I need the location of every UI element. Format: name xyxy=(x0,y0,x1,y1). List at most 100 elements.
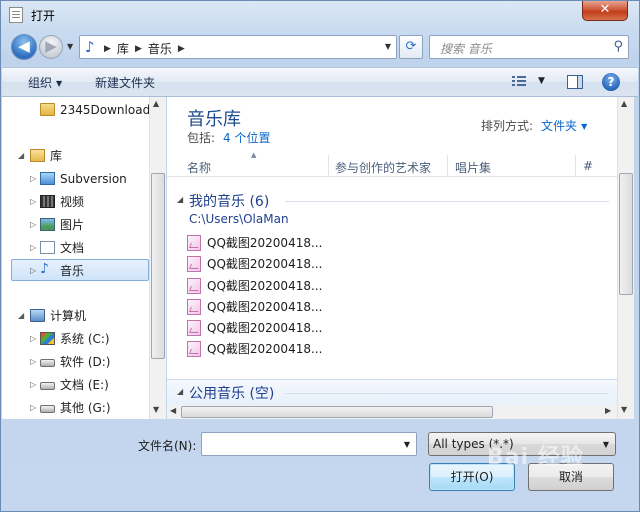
navigation-pane-scrollbar[interactable]: ▲ ▼ xyxy=(149,97,166,419)
list-item[interactable]: QQ截图20200418... xyxy=(187,318,487,339)
group-header: ◢ 公用音乐 (空) xyxy=(175,383,611,403)
breadcrumb-separator[interactable]: ▶ xyxy=(178,44,185,54)
sidebar-item-music[interactable]: ▷ ♪ 音乐 xyxy=(11,259,149,281)
cancel-button[interactable]: 取消 xyxy=(528,463,614,491)
group-title: 公用音乐 (空) xyxy=(189,386,275,402)
scroll-right-icon[interactable]: ▶ xyxy=(605,406,611,415)
open-button[interactable]: 打开(O) xyxy=(429,463,515,491)
address-bar[interactable]: ♪ ▶ 库 ▶ 音乐 ▶ ▼ xyxy=(79,35,397,59)
documents-library-icon xyxy=(40,241,55,254)
library-icon xyxy=(30,149,45,162)
help-icon[interactable]: ? xyxy=(602,73,620,91)
list-item[interactable]: QQ截图20200418... xyxy=(187,254,487,275)
file-list-scrollbar[interactable]: ▲ ▼ xyxy=(617,97,634,419)
breadcrumb-separator[interactable]: ▶ xyxy=(135,44,142,54)
scroll-left-icon[interactable]: ◀ xyxy=(170,406,176,415)
group-public-music[interactable]: ◢ 公用音乐 (空) xyxy=(167,379,617,405)
image-file-icon xyxy=(187,278,201,294)
scroll-up-icon[interactable]: ▲ xyxy=(621,99,627,108)
scroll-down-icon[interactable]: ▼ xyxy=(153,405,159,414)
view-options-icon[interactable] xyxy=(512,76,526,88)
locations-link[interactable]: 4 个位置 xyxy=(223,131,270,145)
list-item[interactable]: QQ截图20200418... xyxy=(187,276,487,297)
column-divider[interactable] xyxy=(447,155,448,177)
sidebar-item-drive-d[interactable]: ▷ 软件 (D:) xyxy=(2,351,150,373)
collapsed-arrow-icon[interactable]: ▷ xyxy=(30,214,36,236)
collapsed-arrow-icon[interactable]: ▷ xyxy=(30,191,36,213)
group-location-path[interactable]: C:\Users\OlaMan xyxy=(189,212,289,226)
filename-label: 文件名(N): xyxy=(138,439,197,453)
chevron-down-icon[interactable]: ▼ xyxy=(603,440,609,449)
list-item[interactable]: QQ截图20200418... xyxy=(187,297,487,318)
sidebar-item-libraries[interactable]: ◢ 库 xyxy=(2,145,150,167)
scroll-down-icon[interactable]: ▼ xyxy=(621,405,627,414)
collapsed-arrow-icon[interactable]: ▷ xyxy=(30,351,36,373)
chevron-down-icon[interactable]: ▼ xyxy=(404,440,410,449)
refresh-button[interactable]: ⟳ xyxy=(399,35,423,59)
sidebar-item-subversion[interactable]: ▷ Subversion xyxy=(2,168,150,190)
group-divider xyxy=(285,201,609,202)
breadcrumb-libraries[interactable]: 库 xyxy=(117,40,129,57)
horizontal-scrollbar[interactable]: ◀ ▶ xyxy=(167,405,617,419)
breadcrumb-music[interactable]: 音乐 xyxy=(148,40,172,57)
search-icon[interactable]: ⚲ xyxy=(613,39,623,54)
preview-pane-icon[interactable] xyxy=(567,75,583,89)
list-item[interactable]: QQ截图20200418... xyxy=(187,339,487,360)
scrollbar-thumb[interactable] xyxy=(151,173,165,359)
chevron-down-icon[interactable]: ▼ xyxy=(581,122,587,131)
column-artist[interactable]: 参与创作的艺术家 xyxy=(335,159,431,176)
image-file-icon xyxy=(187,320,201,336)
new-folder-button[interactable]: 新建文件夹 xyxy=(95,74,155,91)
filename-combobox[interactable]: ▼ xyxy=(201,432,417,456)
subversion-library-icon xyxy=(40,172,55,185)
column-name[interactable]: 名称 xyxy=(187,159,211,176)
collapse-group-icon[interactable]: ◢ xyxy=(177,387,183,396)
address-dropdown[interactable]: ▼ xyxy=(385,42,391,51)
collapsed-arrow-icon[interactable]: ▷ xyxy=(30,328,36,350)
arrange-by-dropdown[interactable]: 文件夹 xyxy=(541,119,577,133)
chevron-down-icon: ▼ xyxy=(56,79,63,88)
sort-ascending-icon: ▲ xyxy=(251,151,257,159)
sidebar-item-label: 2345Downloads xyxy=(60,103,157,117)
column-divider[interactable] xyxy=(575,155,576,177)
sidebar-item-documents[interactable]: ▷ 文档 xyxy=(2,237,150,259)
view-dropdown[interactable]: ▼ xyxy=(538,76,545,86)
collapsed-arrow-icon[interactable]: ▷ xyxy=(30,237,36,259)
search-box[interactable]: 搜索 音乐 ⚲ xyxy=(429,35,629,59)
collapsed-arrow-icon[interactable]: ▷ xyxy=(30,374,36,396)
expanded-arrow-icon[interactable]: ◢ xyxy=(18,305,24,327)
scrollbar-thumb[interactable] xyxy=(181,406,493,418)
organize-menu[interactable]: 组织 ▼ xyxy=(28,74,62,91)
navigation-pane: 2345Downloads ◢ 库 ▷ Subversion ▷ 视频 ▷ 图片… xyxy=(2,97,166,419)
column-album[interactable]: 唱片集 xyxy=(455,159,491,176)
recent-pages-dropdown[interactable]: ▼ xyxy=(67,42,73,51)
arrange-label: 排列方式: xyxy=(481,119,534,133)
column-track-number[interactable]: # xyxy=(583,159,593,173)
sidebar-item-drive-e[interactable]: ▷ 文档 (E:) xyxy=(2,374,150,396)
forward-button[interactable]: ▶ xyxy=(39,35,63,59)
sidebar-item-2345downloads[interactable]: 2345Downloads xyxy=(2,99,156,121)
collapsed-arrow-icon[interactable]: ▷ xyxy=(30,397,36,419)
scroll-up-icon[interactable]: ▲ xyxy=(153,99,159,108)
breadcrumb-separator[interactable]: ▶ xyxy=(104,44,111,54)
sidebar-item-pictures[interactable]: ▷ 图片 xyxy=(2,214,150,236)
collapsed-arrow-icon[interactable]: ▷ xyxy=(30,168,36,190)
list-item[interactable]: QQ截图20200418... xyxy=(187,233,487,254)
close-button[interactable]: ✕ xyxy=(582,1,628,21)
collapse-group-icon[interactable]: ◢ xyxy=(177,195,183,204)
back-button[interactable]: ◀ xyxy=(11,34,37,60)
group-my-music[interactable]: ◢ 我的音乐 (6) xyxy=(175,191,611,211)
expanded-arrow-icon[interactable]: ◢ xyxy=(18,145,24,167)
sidebar-item-drive-c[interactable]: ▷ 系统 (C:) xyxy=(2,328,150,350)
file-type-select[interactable]: All types (*.*) ▼ xyxy=(428,432,616,456)
sidebar-item-videos[interactable]: ▷ 视频 xyxy=(2,191,150,213)
command-bar: 组织 ▼ 新建文件夹 ▼ ? xyxy=(2,67,638,97)
column-divider[interactable] xyxy=(328,155,329,177)
collapsed-arrow-icon[interactable]: ▷ xyxy=(30,260,36,282)
scrollbar-thumb[interactable] xyxy=(619,173,633,295)
search-input[interactable]: 搜索 音乐 xyxy=(440,40,492,57)
filename-input[interactable] xyxy=(206,434,396,454)
sidebar-item-computer[interactable]: ◢ 计算机 xyxy=(2,305,150,327)
file-name: QQ截图20200418... xyxy=(207,236,323,250)
sidebar-item-drive-g[interactable]: ▷ 其他 (G:) xyxy=(2,397,150,419)
